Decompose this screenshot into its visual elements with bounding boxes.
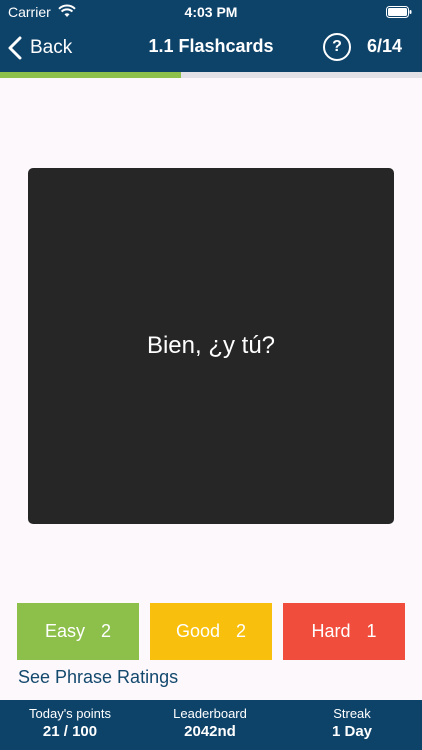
rating-buttons: Easy 2 Good 2 Hard 1 <box>17 603 405 660</box>
hard-button[interactable]: Hard 1 <box>283 603 405 660</box>
good-button[interactable]: Good 2 <box>150 603 272 660</box>
flashcard[interactable]: Bien, ¿y tú? <box>28 168 394 524</box>
help-icon[interactable]: ? <box>323 33 351 61</box>
battery-icon <box>386 6 412 18</box>
easy-label: Easy <box>44 621 85 641</box>
nav-bar: Back 1.1 Flashcards ? 6/14 <box>0 24 422 72</box>
leaderboard-label: Leaderboard <box>173 706 247 721</box>
easy-count: 2 <box>101 621 112 641</box>
leaderboard-stat[interactable]: Leaderboard 2042nd <box>140 706 280 740</box>
good-count: 2 <box>236 621 247 641</box>
page-title: 1.1 Flashcards <box>148 36 274 56</box>
progress-bar-fill <box>0 72 182 78</box>
good-label: Good <box>175 621 221 641</box>
easy-button[interactable]: Easy 2 <box>17 603 139 660</box>
todays-points-value: 21 / 100 <box>42 723 98 740</box>
flashcard-text: Bien, ¿y tú? <box>146 332 276 359</box>
header: Carrier 4:03 PM Back 1.1 Flashcards ? 6/… <box>0 0 422 72</box>
progress-bar <box>0 72 422 78</box>
footer-stats: Today's points 21 / 100 Leaderboard 2042… <box>0 700 422 750</box>
todays-points-label: Today's points <box>29 706 111 721</box>
status-bar: Carrier 4:03 PM <box>0 0 422 24</box>
status-time: 4:03 PM <box>184 4 238 20</box>
hard-count: 1 <box>366 621 377 641</box>
see-phrase-ratings-link[interactable]: See Phrase Ratings <box>18 667 178 688</box>
streak-stat: Streak 1 Day <box>282 706 422 740</box>
streak-label: Streak <box>333 706 371 721</box>
streak-value: 1 Day <box>331 723 373 740</box>
help-icon-glyph: ? <box>332 38 342 55</box>
leaderboard-value: 2042nd <box>184 723 236 740</box>
todays-points-stat: Today's points 21 / 100 <box>0 706 140 740</box>
hard-label: Hard <box>311 621 351 641</box>
progress-counter: 6/14 <box>366 36 402 56</box>
